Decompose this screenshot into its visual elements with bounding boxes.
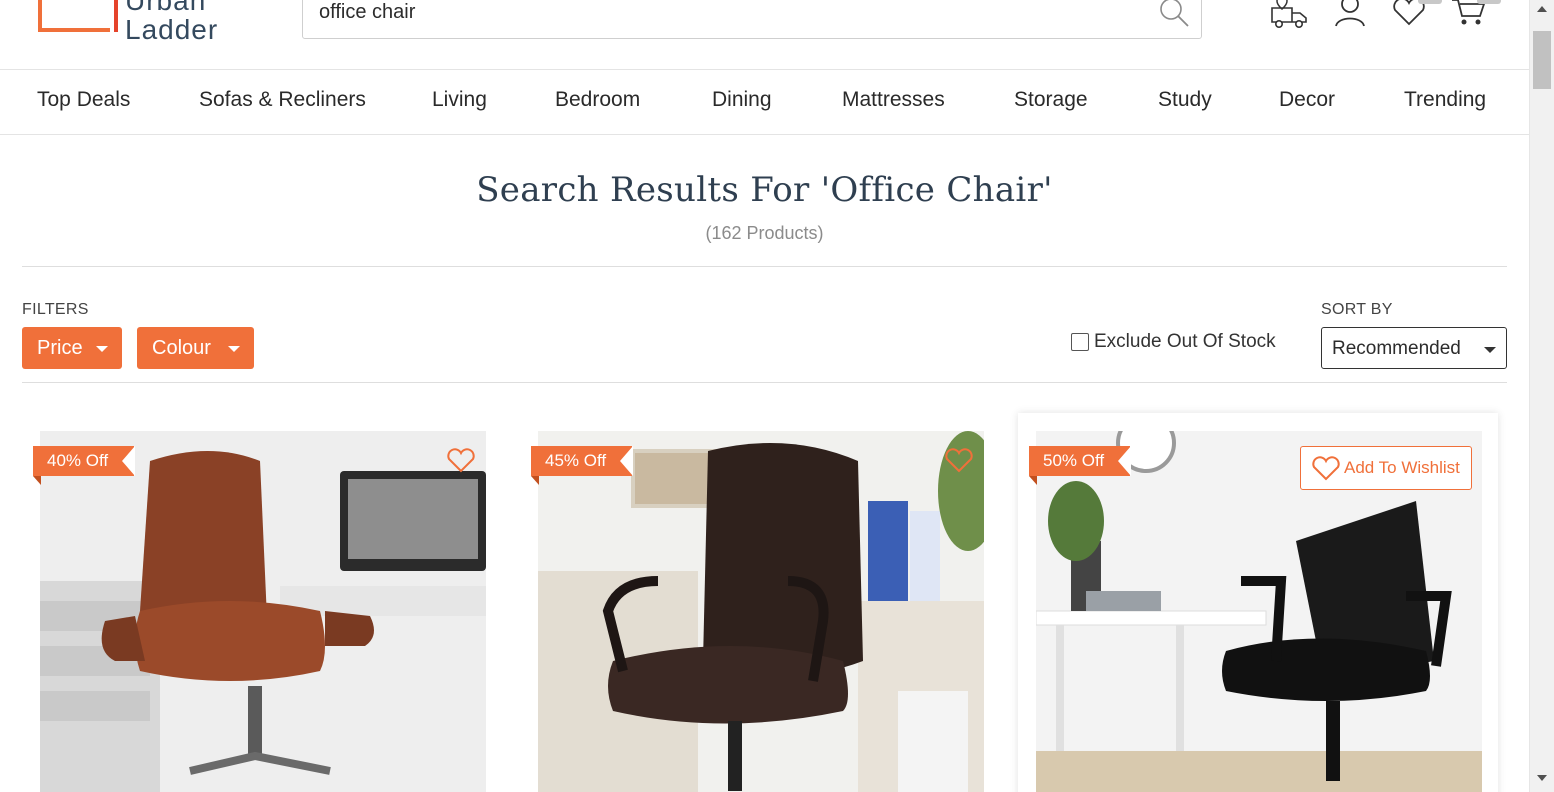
category-nav: Top Deals Sofas & Recliners Living Bedro…	[0, 70, 1529, 135]
cart-icon[interactable]	[1450, 0, 1490, 30]
scroll-up-arrow-icon[interactable]	[1537, 6, 1547, 12]
add-to-wishlist-label: Add To Wishlist	[1344, 458, 1460, 477]
cart-count-badge	[1477, 0, 1501, 4]
filters-label: FILTERS	[22, 301, 89, 318]
logo-line-2: Ladder	[125, 14, 219, 45]
nav-sofas-recliners[interactable]: Sofas & Recliners	[199, 88, 366, 112]
product-image[interactable]	[538, 431, 984, 792]
product-image[interactable]	[40, 431, 486, 792]
discount-badge: 40% Off	[33, 446, 136, 485]
scroll-down-arrow-icon[interactable]	[1537, 775, 1547, 781]
discount-badge: 50% Off	[1029, 446, 1132, 485]
price-filter-label: Price	[37, 337, 83, 359]
add-to-wishlist-button[interactable]: Add To Wishlist	[1300, 446, 1472, 490]
logo-line-1: Urban	[125, 0, 207, 16]
price-filter-button[interactable]: Price	[22, 327, 122, 369]
delivery-truck-icon[interactable]	[1270, 0, 1310, 30]
divider	[22, 266, 1507, 267]
divider	[22, 382, 1507, 383]
product-count: (162 Products)	[705, 223, 824, 243]
heart-icon	[1312, 456, 1340, 481]
logo-text: Urban Ladder	[125, 0, 218, 44]
wishlist-count-badge	[1418, 0, 1442, 4]
caret-down-icon	[96, 346, 108, 352]
page-title: Search Results For 'Office Chair'	[476, 170, 1053, 210]
nav-bedroom[interactable]: Bedroom	[555, 88, 640, 112]
exclude-out-of-stock-label[interactable]: Exclude Out Of Stock	[1094, 331, 1276, 353]
product-card[interactable]: 45% Off	[520, 413, 1000, 792]
nav-living[interactable]: Living	[432, 88, 487, 112]
nav-dining[interactable]: Dining	[712, 88, 772, 112]
discount-badge: 45% Off	[531, 446, 634, 485]
sort-by-label: SORT BY	[1321, 301, 1393, 318]
sort-by-value: Recommended	[1332, 338, 1461, 359]
search-icon[interactable]	[1157, 0, 1191, 29]
exclude-out-of-stock-checkbox[interactable]	[1071, 333, 1089, 351]
nav-mattresses[interactable]: Mattresses	[842, 88, 945, 112]
site-header: Urban Ladder	[0, 0, 1529, 70]
sort-by-select[interactable]: Recommended	[1321, 327, 1507, 369]
vertical-scrollbar[interactable]	[1529, 0, 1554, 792]
urban-ladder-logo[interactable]: Urban Ladder	[38, 0, 278, 46]
nav-study[interactable]: Study	[1158, 88, 1212, 112]
heart-icon[interactable]	[944, 446, 974, 474]
search-input[interactable]	[319, 1, 1139, 23]
user-icon[interactable]	[1330, 0, 1370, 30]
search-bar[interactable]	[302, 0, 1202, 39]
nav-top-deals[interactable]: Top Deals	[37, 88, 130, 112]
colour-filter-button[interactable]: Colour	[137, 327, 254, 369]
product-card[interactable]: 40% Off	[22, 413, 502, 792]
nav-decor[interactable]: Decor	[1279, 88, 1335, 112]
exclude-out-of-stock[interactable]: Exclude Out Of Stock	[1071, 331, 1276, 353]
nav-storage[interactable]: Storage	[1014, 88, 1088, 112]
heart-icon[interactable]	[446, 446, 476, 474]
caret-down-icon	[1484, 347, 1496, 353]
product-card[interactable]: 50% Off Add To Wishlist	[1018, 413, 1498, 792]
logo-mark-icon	[38, 0, 118, 32]
nav-trending[interactable]: Trending	[1404, 88, 1486, 112]
caret-down-icon	[228, 346, 240, 352]
wishlist-heart-icon[interactable]	[1389, 0, 1429, 30]
colour-filter-label: Colour	[152, 337, 211, 359]
scrollbar-thumb[interactable]	[1533, 31, 1551, 89]
